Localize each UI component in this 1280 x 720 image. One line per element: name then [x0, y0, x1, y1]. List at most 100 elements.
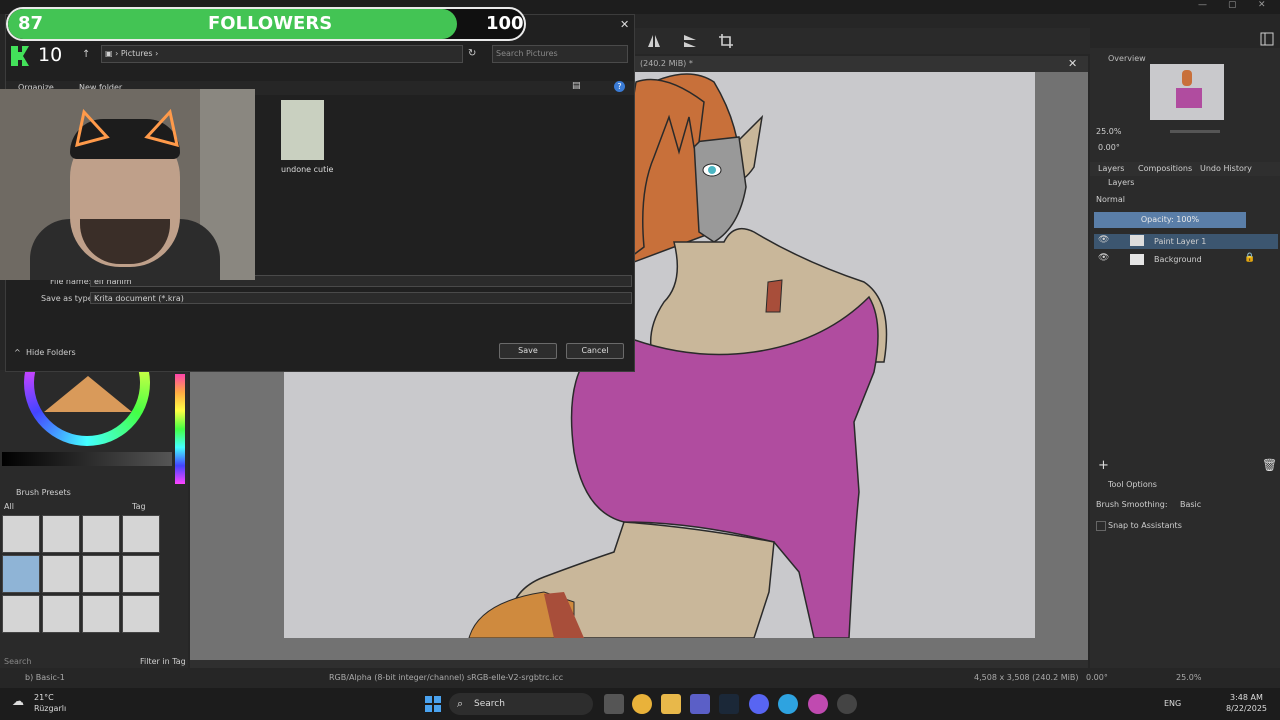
help-icon[interactable]: ? — [614, 81, 625, 92]
overview-zoom-slider[interactable] — [1170, 130, 1220, 133]
brush-preset[interactable] — [82, 555, 120, 593]
document-tab-title: (240.2 MiB) * — [640, 59, 693, 68]
clock-date[interactable]: 8/22/2025 — [1226, 704, 1267, 713]
brush-preset[interactable] — [42, 595, 80, 633]
followers-goal: 100 — [486, 13, 524, 34]
chevron-up-icon[interactable]: ^ — [14, 348, 21, 357]
view-options-icon[interactable]: ▤ — [572, 81, 581, 91]
search-icon: ⌕ — [457, 697, 464, 710]
kick-logo-icon — [11, 46, 29, 66]
status-dimensions: 4,508 x 3,508 (240.2 MiB) — [974, 673, 1079, 682]
search-pictures-input[interactable]: Search Pictures — [492, 45, 628, 63]
status-rotation[interactable]: 0.00° — [1086, 668, 1108, 688]
brush-filter-select[interactable]: All — [4, 502, 14, 511]
save-as-type-label: Save as type: — [41, 294, 96, 303]
overview-thumbnail[interactable] — [1150, 64, 1224, 120]
status-bar: b) Basic-1 RGB/Alpha (8-bit integer/chan… — [0, 668, 1280, 688]
lock-icon[interactable]: 🔒 — [1244, 253, 1255, 263]
webcam-overlay — [0, 89, 255, 280]
status-zoom[interactable]: 25.0% — [1176, 668, 1201, 688]
discord-icon[interactable] — [749, 694, 769, 714]
overview-zoom[interactable]: 25.0% — [1096, 127, 1121, 136]
followers-current: 87 — [18, 13, 44, 34]
dialog-close-button[interactable]: ✕ — [620, 18, 629, 31]
maximize-button[interactable]: ▢ — [1228, 0, 1237, 10]
brush-preset[interactable] — [42, 555, 80, 593]
snap-checkbox[interactable] — [1096, 521, 1106, 531]
steam-icon[interactable] — [719, 694, 739, 714]
visibility-eye-icon[interactable]: 👁 — [1098, 235, 1109, 245]
followers-label: FOLLOWERS — [208, 13, 333, 34]
mirror-vertical-icon[interactable] — [682, 33, 698, 49]
filter-in-tag-label[interactable]: Filter in Tag — [140, 657, 186, 666]
brush-tag-button[interactable]: Tag — [132, 502, 146, 511]
minimize-button[interactable]: — — [1198, 0, 1207, 10]
task-view-icon[interactable] — [604, 694, 624, 714]
brush-preset[interactable] — [82, 515, 120, 553]
color-history-strip[interactable] — [175, 374, 185, 484]
mirror-horizontal-icon[interactable] — [646, 33, 662, 49]
crop-icon[interactable] — [718, 33, 734, 49]
color-slider[interactable] — [2, 452, 172, 466]
layer-thumbnail — [1130, 254, 1144, 265]
kick-counter: 10 — [6, 42, 68, 70]
file-thumbnail[interactable] — [281, 100, 324, 160]
tab-undo-history[interactable]: Undo History — [1200, 164, 1252, 173]
address-bar[interactable]: ▣ › Pictures › — [101, 45, 463, 63]
tab-layers[interactable]: Layers — [1098, 164, 1124, 173]
color-wheel[interactable] — [24, 370, 152, 448]
edge-icon[interactable] — [778, 694, 798, 714]
chrome-icon[interactable] — [632, 694, 652, 714]
close-window-button[interactable]: ✕ — [1258, 0, 1266, 10]
visibility-eye-icon[interactable]: 👁 — [1098, 253, 1109, 263]
save-as-type-select[interactable]: Krita document (*.kra) — [90, 292, 632, 304]
tab-compositions[interactable]: Compositions — [1138, 164, 1192, 173]
brush-preset[interactable] — [42, 515, 80, 553]
brush-preset[interactable] — [122, 595, 160, 633]
windows-start-icon[interactable] — [425, 696, 441, 712]
brush-preset-selected[interactable] — [2, 555, 40, 593]
right-dock: Overview 25.0% 0.00° Layers Compositions… — [1090, 48, 1280, 668]
brush-smoothing-select[interactable]: Basic — [1180, 500, 1201, 509]
blend-mode-select[interactable]: Normal — [1096, 195, 1125, 204]
clock-time[interactable]: 3:48 AM — [1230, 693, 1263, 702]
brush-preset[interactable] — [122, 515, 160, 553]
brush-search-input[interactable]: Search — [4, 657, 31, 666]
cancel-button[interactable]: Cancel — [566, 343, 624, 359]
up-arrow-icon[interactable]: ↑ — [82, 49, 90, 60]
save-button[interactable]: Save — [499, 343, 557, 359]
close-document-icon[interactable]: ✕ — [1068, 57, 1077, 70]
breadcrumb-pictures[interactable]: Pictures — [121, 49, 153, 58]
delete-layer-icon[interactable]: 🗑 — [1262, 458, 1277, 472]
layers-tab-bar: Layers Compositions Undo History — [1090, 162, 1280, 176]
weather-temp[interactable]: 21°C — [34, 693, 54, 702]
status-brush-name[interactable]: b) Basic-1 — [25, 668, 65, 688]
workspace-icon[interactable] — [1260, 32, 1274, 46]
taskbar-search[interactable]: ⌕ Search — [449, 693, 593, 715]
weather-icon[interactable]: ☁ — [12, 694, 24, 708]
layer-row-paint[interactable]: 👁 Paint Layer 1 — [1094, 234, 1278, 249]
krita-toolbar — [630, 28, 1090, 54]
layer-row-background[interactable]: 👁 Background 🔒 — [1094, 252, 1278, 267]
hide-folders-button[interactable]: Hide Folders — [26, 348, 76, 357]
kick-count: 10 — [38, 44, 63, 66]
brush-preset[interactable] — [82, 595, 120, 633]
obs-icon[interactable] — [837, 694, 857, 714]
file-item-label[interactable]: undone cutie — [281, 165, 333, 174]
refresh-icon[interactable]: ↻ — [468, 48, 476, 59]
brush-preset[interactable] — [122, 555, 160, 593]
krita-icon[interactable] — [808, 694, 828, 714]
language-indicator[interactable]: ENG — [1164, 699, 1181, 708]
file-explorer-icon[interactable] — [661, 694, 681, 714]
teams-icon[interactable] — [690, 694, 710, 714]
followers-goal-bar: 87 FOLLOWERS 100 — [6, 7, 526, 41]
add-layer-icon[interactable]: + — [1098, 458, 1109, 473]
brush-preset[interactable] — [2, 515, 40, 553]
document-tab[interactable]: (240.2 MiB) * ✕ — [630, 56, 1088, 72]
folder-icon: ▣ › — [105, 49, 121, 58]
horizontal-scrollbar[interactable] — [190, 660, 1088, 668]
weather-desc[interactable]: Rüzgarlı — [34, 704, 66, 713]
opacity-slider[interactable]: Opacity: 100% — [1094, 212, 1246, 228]
brush-preset[interactable] — [2, 595, 40, 633]
overview-rotation[interactable]: 0.00° — [1098, 143, 1120, 152]
